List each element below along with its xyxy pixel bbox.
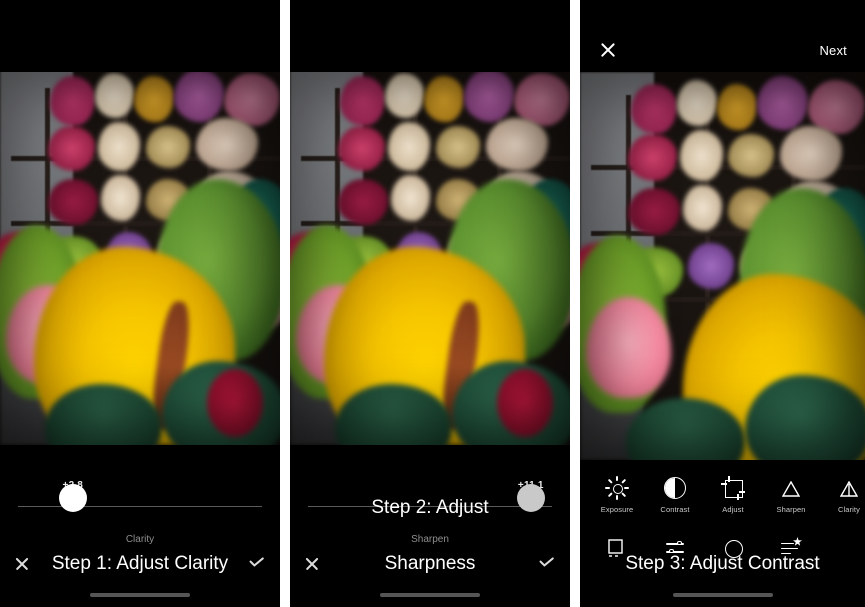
step-caption-2-line2: Sharpness	[384, 553, 476, 574]
panel-step-2: +11.1 Sharpen Step 2: Adjust Sharpness	[290, 0, 570, 607]
flower-cluster	[679, 130, 723, 181]
flower-cluster	[47, 179, 98, 225]
slider-track[interactable]	[18, 506, 262, 508]
flower-cluster	[756, 75, 808, 131]
flower-cluster	[435, 125, 481, 168]
flower-cluster	[337, 125, 386, 172]
tool-label: Clarity	[838, 505, 860, 514]
flower-cluster	[716, 83, 757, 131]
flower-cluster	[628, 134, 677, 181]
flower-cluster	[196, 118, 258, 172]
exposure-icon	[605, 476, 630, 500]
edit-tools-row-primary: Exposure Contrast Adjust Sharpen Clarity	[580, 476, 865, 525]
flower-cluster	[100, 175, 140, 221]
flower-cluster	[145, 125, 191, 168]
flower-cluster	[47, 125, 96, 172]
home-indicator	[672, 593, 773, 597]
adjust-crop-icon	[721, 476, 745, 500]
close-icon[interactable]	[598, 40, 618, 60]
flower-cluster	[134, 76, 174, 122]
clarity-triangle-icon	[838, 477, 860, 499]
tool-contrast[interactable]: Contrast	[646, 477, 704, 514]
active-tool-label: Sharpen	[411, 534, 449, 545]
photo-preview-3[interactable]	[580, 72, 865, 460]
flower-cluster	[337, 179, 388, 225]
flower-cluster	[388, 122, 430, 172]
flower-cluster	[340, 76, 386, 126]
active-tool-label: Clarity	[125, 534, 155, 545]
flower-cluster	[631, 83, 677, 135]
tool-label: Contrast	[660, 505, 690, 514]
sharpen-triangle-icon	[780, 477, 802, 499]
flower-cluster	[676, 79, 717, 127]
tool-sharpen[interactable]: Sharpen	[762, 477, 820, 514]
home-indicator	[380, 593, 480, 597]
tool-label: Adjust	[722, 505, 744, 514]
flower-cluster	[688, 242, 734, 290]
flower-cluster	[50, 76, 96, 126]
tool-label: Exposure	[600, 505, 634, 514]
flower-cluster	[390, 175, 430, 221]
tool-adjust[interactable]: Adjust	[704, 476, 762, 514]
step-caption-3: Step 3: Adjust Contrast	[625, 553, 820, 574]
flower-cluster	[486, 118, 548, 172]
slider-knob[interactable]	[58, 483, 87, 512]
next-button[interactable]: Next	[819, 43, 847, 58]
flower-cluster	[628, 188, 680, 235]
flower-cluster	[173, 68, 224, 122]
home-indicator	[90, 593, 190, 597]
flower-cluster	[779, 126, 843, 181]
panel2-top-bar	[290, 0, 570, 72]
pale-pink-flowers	[585, 297, 672, 398]
flower-cluster	[728, 134, 774, 177]
panel1-top-bar	[0, 0, 280, 72]
contrast-icon	[664, 477, 686, 499]
photo-preview-2[interactable]	[290, 65, 570, 445]
screenshot-stage: +2.8 Clarity Step 1: Adjust Clarity	[0, 0, 865, 607]
tool-exposure[interactable]: Exposure	[588, 476, 646, 514]
photo-preview-1[interactable]	[0, 65, 280, 445]
flower-cluster	[98, 122, 140, 172]
step-caption-2-line1: Step 2: Adjust	[371, 497, 489, 518]
panel-step-1: +2.8 Clarity Step 1: Adjust Clarity	[0, 0, 280, 607]
flower-cluster	[682, 184, 723, 232]
tool-clarity[interactable]: Clarity	[820, 477, 865, 514]
panel-step-3: Next Exposure Contrast Adjust Sharpen Cl…	[580, 0, 865, 607]
step-caption-1: Step 1: Adjust Clarity	[51, 553, 229, 574]
panel3-top-bar: Next	[580, 0, 865, 72]
flower-cluster	[424, 76, 464, 122]
flower-cluster	[463, 68, 514, 122]
slider-zone-1: +2.8 Clarity	[0, 450, 280, 545]
tool-label: Sharpen	[776, 505, 806, 514]
